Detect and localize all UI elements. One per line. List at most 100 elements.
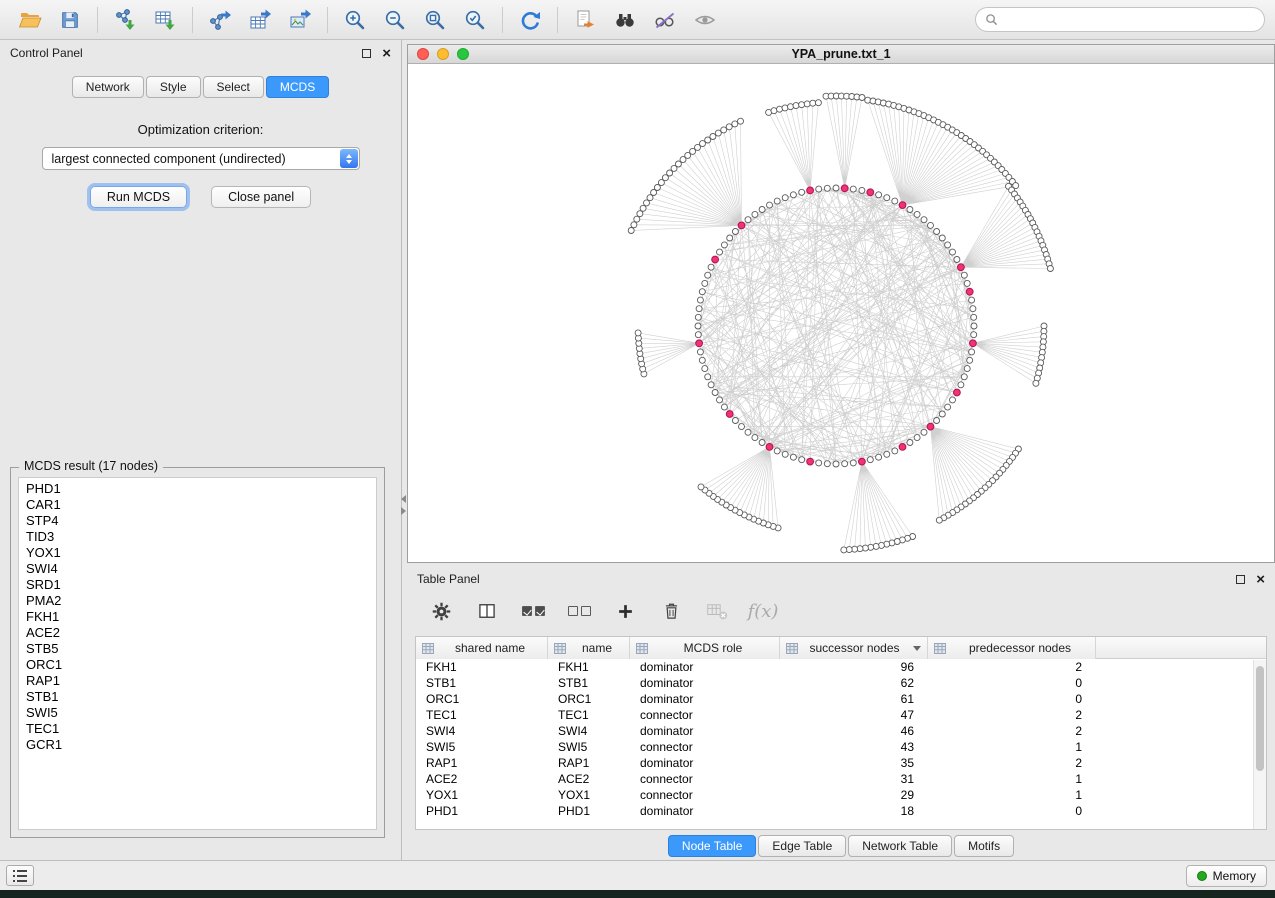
export-network-button[interactable]: [200, 4, 240, 36]
save-session-button[interactable]: [50, 4, 90, 36]
close-table-panel-icon[interactable]: ×: [1256, 572, 1265, 587]
network-search-field[interactable]: [975, 7, 1265, 32]
export-image-button[interactable]: [280, 4, 320, 36]
hide-glasses-button[interactable]: [645, 4, 685, 36]
table-cell: YOX1: [416, 788, 548, 802]
checked-box-icon: [522, 606, 532, 616]
mcds-result-item[interactable]: STB5: [19, 641, 376, 657]
table-row[interactable]: PHD1PHD1dominator180: [416, 803, 1266, 819]
zoom-out-button[interactable]: [375, 4, 415, 36]
mcds-result-item[interactable]: GCR1: [19, 737, 376, 753]
window-maximize-icon[interactable]: [457, 48, 469, 60]
table-row[interactable]: RAP1RAP1dominator352: [416, 755, 1266, 771]
table-row[interactable]: TEC1TEC1connector472: [416, 707, 1266, 723]
open-file-button[interactable]: [10, 4, 50, 36]
network-window-titlebar[interactable]: YPA_prune.txt_1: [408, 45, 1274, 64]
table-cell: RAP1: [416, 756, 548, 770]
column-header-shared-name[interactable]: shared name: [416, 637, 548, 659]
zoom-in-button[interactable]: [335, 4, 375, 36]
memory-button[interactable]: Memory: [1186, 865, 1267, 887]
show-eye-button[interactable]: [685, 4, 725, 36]
table-header-row: shared namenameMCDS rolesuccessor nodesp…: [416, 637, 1266, 659]
show-columns-button[interactable]: [473, 596, 501, 626]
mcds-result-item[interactable]: PMA2: [19, 593, 376, 609]
mcds-result-item[interactable]: ACE2: [19, 625, 376, 641]
share-document-button[interactable]: [565, 4, 605, 36]
panel-list-button[interactable]: [6, 865, 34, 886]
table-cell: 1: [928, 788, 1096, 802]
select-all-columns-button[interactable]: [519, 596, 547, 626]
criterion-dropdown[interactable]: largest connected component (undirected): [42, 147, 360, 170]
mcds-result-item[interactable]: STP4: [19, 513, 376, 529]
column-header-MCDS-role[interactable]: MCDS role: [630, 637, 780, 659]
table-scrollbar[interactable]: [1253, 660, 1266, 829]
import-network-button[interactable]: [105, 4, 145, 36]
table-tab-node-table[interactable]: Node Table: [668, 835, 757, 857]
mcds-result-item[interactable]: SWI5: [19, 705, 376, 721]
disabled-table-icon: [706, 601, 729, 621]
table-panel-header: Table Panel ×: [407, 566, 1275, 592]
export-table-button[interactable]: [240, 4, 280, 36]
float-table-panel-icon[interactable]: [1236, 575, 1245, 584]
mcds-result-item[interactable]: RAP1: [19, 673, 376, 689]
table-row[interactable]: STB1STB1dominator620: [416, 675, 1266, 691]
table-cell: ORC1: [416, 692, 548, 706]
mcds-result-list[interactable]: PHD1CAR1STP4TID3YOX1SWI4SRD1PMA2FKH1ACE2…: [18, 477, 377, 830]
mcds-result-item[interactable]: YOX1: [19, 545, 376, 561]
mcds-result-item[interactable]: SRD1: [19, 577, 376, 593]
deselect-all-columns-button[interactable]: [565, 596, 593, 626]
column-grid-icon: [934, 643, 946, 654]
window-close-icon[interactable]: [417, 48, 429, 60]
float-panel-icon[interactable]: [362, 49, 371, 58]
mcds-result-item[interactable]: TEC1: [19, 721, 376, 737]
network-view-window: YPA_prune.txt_1: [407, 44, 1275, 563]
mcds-result-item[interactable]: SWI4: [19, 561, 376, 577]
mcds-result-item[interactable]: PHD1: [19, 481, 376, 497]
gear-icon: [431, 601, 452, 622]
import-table-button[interactable]: [145, 4, 185, 36]
run-mcds-button[interactable]: Run MCDS: [90, 186, 187, 208]
mcds-result-item[interactable]: STB1: [19, 689, 376, 705]
window-minimize-icon[interactable]: [437, 48, 449, 60]
mcds-result-item[interactable]: FKH1: [19, 609, 376, 625]
export-image-icon: [288, 8, 312, 32]
close-panel-icon[interactable]: ×: [382, 46, 391, 61]
toolbar-separator: [327, 7, 328, 33]
table-tab-edge-table[interactable]: Edge Table: [758, 835, 846, 857]
network-canvas[interactable]: [408, 64, 1274, 562]
scrollbar-thumb[interactable]: [1256, 666, 1264, 771]
tab-select[interactable]: Select: [203, 76, 264, 98]
table-row[interactable]: SWI4SWI4dominator462: [416, 723, 1266, 739]
panel-splitter-handle[interactable]: [400, 485, 407, 525]
mcds-result-item[interactable]: TID3: [19, 529, 376, 545]
table-cell: SWI5: [548, 740, 630, 754]
tab-mcds[interactable]: MCDS: [266, 76, 329, 98]
table-tab-motifs[interactable]: Motifs: [954, 835, 1014, 857]
table-tab-network-table[interactable]: Network Table: [848, 835, 952, 857]
zoom-selected-button[interactable]: [455, 4, 495, 36]
mcds-result-item[interactable]: ORC1: [19, 657, 376, 673]
tab-style[interactable]: Style: [146, 76, 201, 98]
close-panel-button[interactable]: Close panel: [211, 186, 311, 208]
mcds-result-group-title: MCDS result (17 nodes): [19, 459, 163, 473]
column-header-successor-nodes[interactable]: successor nodes: [780, 637, 928, 659]
hide-glasses-icon: [653, 8, 677, 32]
table-row[interactable]: ORC1ORC1dominator610: [416, 691, 1266, 707]
table-settings-button[interactable]: [427, 596, 455, 626]
search-binoculars-button[interactable]: [605, 4, 645, 36]
search-icon: [985, 13, 998, 26]
add-column-button[interactable]: [611, 596, 639, 626]
mcds-result-item[interactable]: CAR1: [19, 497, 376, 513]
table-row[interactable]: SWI5SWI5connector431: [416, 739, 1266, 755]
table-row[interactable]: FKH1FKH1dominator962: [416, 659, 1266, 675]
binoculars-icon: [613, 8, 637, 32]
search-input[interactable]: [1004, 13, 1255, 27]
table-row[interactable]: ACE2ACE2connector311: [416, 771, 1266, 787]
column-header-name[interactable]: name: [548, 637, 630, 659]
delete-column-button[interactable]: [657, 596, 685, 626]
column-header-predecessor-nodes[interactable]: predecessor nodes: [928, 637, 1096, 659]
tab-network[interactable]: Network: [72, 76, 144, 98]
zoom-fit-button[interactable]: [415, 4, 455, 36]
table-row[interactable]: YOX1YOX1connector291: [416, 787, 1266, 803]
refresh-button[interactable]: [510, 4, 550, 36]
